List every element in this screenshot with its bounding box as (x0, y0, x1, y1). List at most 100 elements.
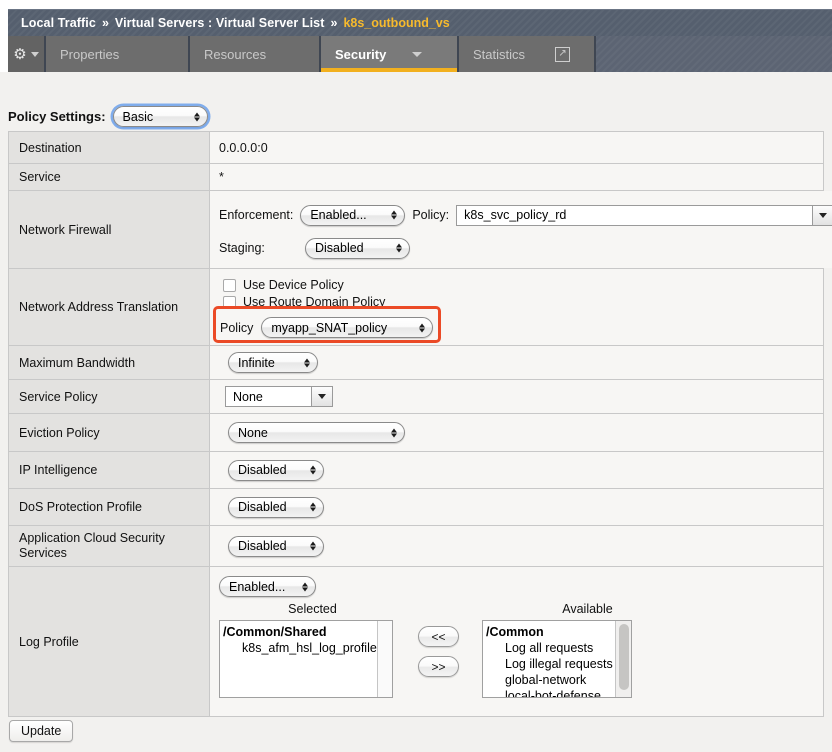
stepper-arrows-icon (419, 323, 426, 332)
use-device-policy-label: Use Device Policy (243, 278, 344, 292)
stepper-arrows-icon (302, 582, 308, 591)
list-item[interactable]: local-bot-defense (486, 688, 631, 697)
selected-log-profiles-list[interactable]: /Common/Shared k8s_afm_hsl_log_profile (219, 620, 393, 698)
tab-properties[interactable]: Properties (46, 36, 190, 72)
active-tab-indicator (321, 68, 457, 72)
acss-select[interactable]: Disabled (228, 535, 324, 557)
firewall-policy-value[interactable]: k8s_svc_policy_rd (456, 204, 813, 226)
move-to-selected-button[interactable]: << (418, 626, 459, 647)
ip-intelligence-value: Disabled (238, 463, 287, 477)
row-value-log-profile: Enabled... Selected Available /Common/Sh… (210, 567, 823, 716)
breadcrumb-item-local-traffic[interactable]: Local Traffic (21, 16, 96, 30)
tab-label: Statistics (473, 46, 526, 62)
update-button[interactable]: Update (9, 720, 74, 742)
breadcrumb-separator: » (101, 16, 109, 30)
log-profile-dual-list: Selected Available /Common/Shared k8s_af… (219, 602, 832, 698)
eviction-policy-select[interactable]: None (228, 422, 405, 443)
list-item[interactable]: /Common (486, 624, 631, 640)
tab-security[interactable]: Security (321, 36, 459, 72)
row-label-service-policy: Service Policy (9, 380, 210, 413)
breadcrumb-separator: » (330, 16, 338, 30)
table-row: Log Profile Enabled... Selected Availabl… (9, 567, 823, 717)
chevron-down-icon (412, 51, 423, 57)
log-profile-enabled-select[interactable]: Enabled... (219, 576, 316, 597)
scrollbar-thumb[interactable] (619, 624, 629, 690)
dos-protection-value: Disabled (238, 500, 287, 514)
available-list-header: Available (562, 602, 613, 616)
row-value-nat: Use Device Policy Use Route Domain Polic… (210, 269, 823, 345)
scrollbar[interactable] (377, 621, 392, 697)
available-log-profiles-list[interactable]: /Common Log all requests Log illegal req… (482, 620, 632, 698)
tab-label: Properties (60, 46, 120, 62)
row-label-eviction-policy: Eviction Policy (9, 414, 210, 451)
list-item[interactable]: Log illegal requests (486, 656, 631, 672)
row-label-log-profile: Log Profile (9, 567, 210, 716)
nat-policy-select[interactable]: myapp_SNAT_policy (261, 317, 434, 338)
stepper-arrows-icon (310, 541, 316, 551)
ip-intelligence-select[interactable]: Disabled (228, 459, 324, 481)
max-bandwidth-select[interactable]: Infinite (228, 352, 318, 373)
stepper-arrows-icon (396, 243, 402, 253)
gear-icon: ⚙ (13, 45, 27, 63)
list-item[interactable]: Log all requests (486, 640, 631, 656)
firewall-policy-label: Policy: (412, 208, 450, 222)
popout-icon[interactable]: ↗ (555, 46, 571, 62)
enforcement-select[interactable]: Enabled... (300, 204, 406, 226)
row-value-dos-protection: Disabled (210, 489, 823, 525)
table-row: Network Address Translation Use Device P… (9, 269, 823, 346)
row-label-acss: Application Cloud Security Services (9, 526, 210, 566)
enforcement-value: Enabled... (310, 208, 367, 222)
row-label-dos-protection: DoS Protection Profile (9, 489, 210, 525)
staging-select[interactable]: Disabled (305, 237, 410, 259)
table-row: Maximum Bandwidth Infinite (9, 346, 823, 380)
policy-settings-label: Policy Settings: (8, 109, 106, 124)
firewall-policy-combo[interactable]: k8s_svc_policy_rd (456, 204, 832, 226)
stepper-arrows-icon (310, 502, 316, 512)
table-row: Service * (9, 164, 823, 191)
log-profile-enabled-value: Enabled... (229, 579, 286, 594)
nat-policy-value: myapp_SNAT_policy (271, 320, 388, 335)
table-row: Destination 0.0.0.0:0 (9, 132, 823, 164)
max-bandwidth-value: Infinite (238, 355, 275, 370)
use-route-domain-policy-label: Use Route Domain Policy (243, 295, 386, 309)
stepper-arrows-icon (193, 112, 200, 121)
row-value-service: * (210, 164, 823, 190)
dos-protection-select[interactable]: Disabled (228, 496, 324, 518)
move-to-available-button[interactable]: >> (418, 656, 459, 677)
list-item[interactable]: global-network (486, 672, 631, 688)
tab-label: Security (335, 46, 387, 62)
dropdown-arrow-button[interactable] (311, 386, 333, 407)
row-value-eviction-policy: None (210, 414, 823, 451)
staging-value: Disabled (315, 241, 364, 255)
row-value-destination: 0.0.0.0:0 (210, 132, 823, 163)
row-label-nat: Network Address Translation (9, 269, 210, 345)
use-device-policy-checkbox[interactable] (223, 278, 236, 292)
table-row: IP Intelligence Disabled (9, 452, 823, 489)
enforcement-label: Enforcement: (219, 208, 294, 222)
tab-gear-menu[interactable]: ⚙ (8, 36, 46, 72)
table-row: Network Firewall Enforcement: Enabled...… (9, 191, 832, 269)
row-label-destination: Destination (9, 132, 210, 163)
dropdown-arrow-button[interactable] (812, 204, 832, 226)
breadcrumb: Local Traffic » Virtual Servers : Virtua… (8, 9, 832, 36)
page-root: Local Traffic » Virtual Servers : Virtua… (0, 0, 832, 752)
list-item[interactable]: k8s_afm_hsl_log_profile (223, 640, 392, 656)
breadcrumb-item-virtual-server-list[interactable]: Virtual Servers : Virtual Server List (115, 16, 325, 30)
table-row: Eviction Policy None (9, 414, 823, 452)
table-row: Service Policy None (9, 380, 823, 414)
tab-label: Resources (204, 46, 267, 62)
policy-settings-select[interactable]: Basic (112, 106, 208, 127)
security-settings-table: Destination 0.0.0.0:0 Service * Network … (8, 131, 832, 717)
service-policy-combo[interactable]: None (225, 386, 333, 407)
stepper-arrows-icon (391, 210, 398, 220)
tab-statistics[interactable]: Statistics ↗ (459, 36, 596, 72)
scrollbar[interactable] (615, 621, 631, 697)
list-item[interactable]: /Common/Shared (223, 624, 392, 640)
use-route-domain-policy-checkbox[interactable] (223, 295, 236, 309)
table-row: DoS Protection Profile Disabled (9, 489, 823, 526)
chevron-down-icon (30, 51, 39, 57)
stepper-arrows-icon (391, 428, 397, 437)
tab-resources[interactable]: Resources (190, 36, 321, 72)
row-label-network-firewall: Network Firewall (9, 191, 210, 268)
service-policy-value[interactable]: None (225, 386, 311, 407)
